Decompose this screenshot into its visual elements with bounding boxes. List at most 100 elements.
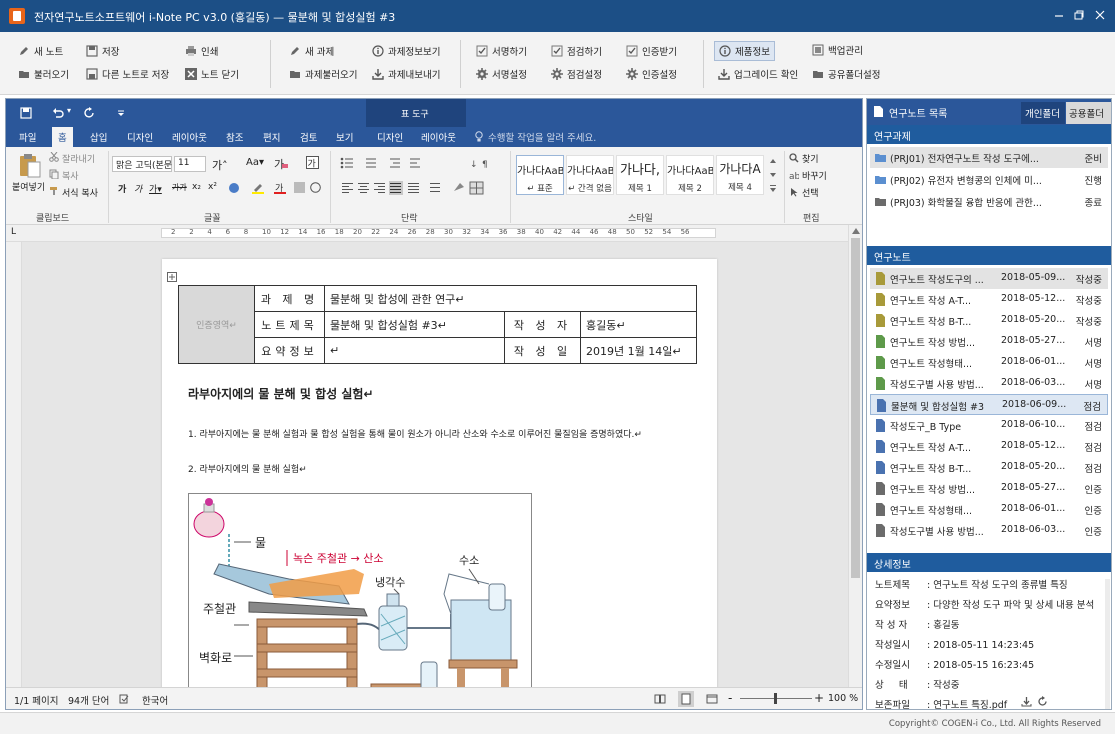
- note-title-value[interactable]: 물분해 및 합성실험 #3↵: [324, 311, 505, 338]
- tab-design[interactable]: 디자인: [127, 130, 153, 144]
- detail-scrollbar[interactable]: [1105, 579, 1110, 709]
- check-button[interactable]: 점검하기: [551, 42, 602, 60]
- note-row[interactable]: 연구노트 작성 방법... 2018-05-27... 서명: [870, 331, 1108, 352]
- tab-references[interactable]: 참조: [226, 130, 243, 144]
- sign-button[interactable]: 서명하기: [476, 42, 527, 60]
- redo-icon[interactable]: [84, 107, 96, 119]
- find-button[interactable]: 찾기: [802, 152, 819, 165]
- product-info-button[interactable]: 제품정보: [714, 41, 775, 61]
- tab-mailings[interactable]: 편지: [263, 130, 280, 144]
- format-painter-button[interactable]: 서식 복사: [62, 186, 98, 199]
- replace-button[interactable]: 바꾸기: [802, 169, 827, 182]
- save-as-button[interactable]: 다른 노트로 저장: [86, 65, 169, 83]
- phonetic-guide-icon[interactable]: 가: [306, 156, 319, 169]
- page-count[interactable]: 1/1 페이지: [14, 693, 59, 707]
- styles-scroll-icon[interactable]: [768, 155, 778, 195]
- text-effects-icon[interactable]: [228, 182, 240, 194]
- backup-button[interactable]: 백업관리: [812, 41, 863, 59]
- restore-icon[interactable]: [1072, 8, 1086, 22]
- note-row[interactable]: 작성도구별 사용 방법... 2018-06-03... 인증: [870, 520, 1108, 541]
- shared-folder-button[interactable]: 공유폴더설정: [812, 65, 880, 83]
- zoom-level[interactable]: 100 %: [828, 693, 858, 704]
- tab-file[interactable]: 파일: [19, 130, 36, 144]
- char-shading-icon[interactable]: [294, 182, 305, 193]
- new-project-button[interactable]: 새 과제: [289, 42, 334, 60]
- superscript-button[interactable]: x²: [208, 182, 217, 192]
- note-row[interactable]: 연구노트 작성 방법... 2018-05-27... 인증: [870, 478, 1108, 499]
- cert-button[interactable]: 인증받기: [626, 42, 677, 60]
- refresh-icon[interactable]: [1037, 696, 1048, 707]
- highlight-icon[interactable]: [252, 182, 264, 194]
- tab-selector[interactable]: L: [11, 227, 16, 237]
- style-normal[interactable]: 가나다AaB ↵ 표준: [516, 155, 564, 195]
- italic-button[interactable]: 가: [134, 182, 142, 195]
- note-row[interactable]: 작성도구_B Type 2018-06-10... 점검: [870, 415, 1108, 436]
- note-row[interactable]: 연구노트 작성 A-T... 2018-05-12... 점검: [870, 436, 1108, 457]
- proofing-icon[interactable]: [119, 694, 129, 704]
- tab-home[interactable]: 홈: [52, 127, 73, 147]
- lavoisier-figure[interactable]: 물 녹슨 주철관 → 산소 냉각수 수소 주철관 벽화로: [188, 493, 532, 687]
- strikethrough-button[interactable]: 가가: [172, 182, 187, 193]
- read-mode-icon[interactable]: [654, 693, 666, 705]
- author-value[interactable]: 홍길동↵: [580, 311, 697, 338]
- export-project-button[interactable]: 과제내보내기: [372, 65, 440, 83]
- style-heading-4[interactable]: 가나다A 제목 4: [716, 155, 764, 195]
- horizontal-ruler[interactable]: L 2 2 4 6 8 10 12 14 16 18 20 22 24 26 28 30 32 34 36 38 40 4…: [6, 225, 862, 242]
- document-page[interactable]: 인증영역↵ 과 제 명 물분해 및 합성에 관한 연구↵ 노트제목 물분해 및 …: [162, 259, 717, 687]
- close-note-button[interactable]: 노트 닫기: [185, 65, 239, 83]
- subscript-button[interactable]: x₂: [192, 182, 201, 192]
- note-row[interactable]: 연구노트 작성 A-T... 2018-05-12... 작성중: [870, 289, 1108, 310]
- summary-value[interactable]: ↵: [324, 337, 505, 364]
- scroll-thumb[interactable]: [851, 238, 860, 578]
- project-info-button[interactable]: 과제정보보기: [372, 42, 440, 60]
- sort-icon[interactable]: ↓ ¶: [470, 156, 494, 170]
- tab-view[interactable]: 보기: [336, 130, 353, 144]
- style-heading-2[interactable]: 가나다AaB 제목 2: [666, 155, 714, 195]
- paste-label[interactable]: 붙여넣기: [12, 180, 45, 193]
- project-row[interactable]: (PRJ02) 유전자 변형콩의 인체에 미... 진행: [870, 169, 1108, 190]
- open-project-button[interactable]: 과제불러오기: [289, 65, 357, 83]
- alignment-buttons-icon[interactable]: [342, 181, 452, 195]
- check-setting-button[interactable]: 점검설정: [551, 65, 602, 83]
- note-row[interactable]: 작성도구별 사용 방법... 2018-06-03... 서명: [870, 373, 1108, 394]
- bold-button[interactable]: 가: [118, 182, 126, 195]
- vertical-scrollbar[interactable]: [848, 225, 862, 687]
- upgrade-button[interactable]: 업그레이드 확인: [718, 65, 798, 83]
- save-icon[interactable]: [20, 107, 32, 119]
- zoom-out-button[interactable]: -: [728, 691, 732, 705]
- tab-insert[interactable]: 삽입: [90, 130, 107, 144]
- undo-icon[interactable]: [52, 107, 64, 119]
- note-row[interactable]: 물분해 및 합성실험 #3 2018-06-09... 점검: [870, 394, 1108, 415]
- doc-paragraph-2[interactable]: 2. 라부아지에의 물 분해 실험↵: [188, 462, 307, 475]
- tab-review[interactable]: 검토: [300, 130, 317, 144]
- paste-icon[interactable]: [18, 153, 42, 179]
- tab-table-design[interactable]: 디자인: [377, 130, 403, 144]
- word-count[interactable]: 94개 단어: [68, 693, 109, 707]
- font-size-box[interactable]: 11: [174, 156, 206, 172]
- style-no-spacing[interactable]: 가나다AaB ↵ 간격 없음: [566, 155, 614, 195]
- close-icon[interactable]: [1093, 8, 1107, 22]
- underline-button[interactable]: 가▾: [149, 182, 162, 195]
- clear-format-icon[interactable]: 가: [274, 157, 288, 170]
- select-button[interactable]: 선택: [802, 186, 819, 199]
- note-row[interactable]: 연구노트 작성형태... 2018-06-01... 서명: [870, 352, 1108, 373]
- tab-shared-folder[interactable]: 공용폴더: [1066, 102, 1111, 124]
- print-button[interactable]: 인쇄: [185, 42, 218, 60]
- project-row[interactable]: (PRJ03) 화학물질 융합 반응에 관한... 종료: [870, 191, 1108, 212]
- enclose-char-icon[interactable]: [310, 182, 321, 193]
- language-indicator[interactable]: 한국어: [142, 693, 168, 707]
- note-row[interactable]: 연구노트 작성 B-T... 2018-05-20... 작성중: [870, 310, 1108, 331]
- note-row[interactable]: 연구노트 작성 B-T... 2018-05-20... 점검: [870, 457, 1108, 478]
- open-note-button[interactable]: 불러오기: [18, 65, 69, 83]
- note-row[interactable]: 연구노트 작성형태... 2018-06-01... 인증: [870, 499, 1108, 520]
- tab-table-layout[interactable]: 레이아웃: [421, 130, 456, 144]
- doc-heading[interactable]: 라부아지에의 물 분해 및 합성 실험↵: [188, 385, 374, 402]
- change-case-button[interactable]: Aa▾: [246, 157, 264, 168]
- doc-paragraph-1[interactable]: 1. 라부아지에는 물 분해 실험과 물 합성 실험을 통해 물이 원소가 아니…: [188, 427, 642, 440]
- download-file-icon[interactable]: [1021, 696, 1032, 707]
- undo-dropdown[interactable]: ▾: [67, 106, 71, 115]
- tab-personal-folder[interactable]: 개인폴더: [1021, 102, 1065, 124]
- tell-me-input[interactable]: 수행할 작업을 알려 주세요.: [488, 130, 596, 144]
- print-layout-icon[interactable]: [678, 691, 694, 707]
- cut-button[interactable]: 잘라내기: [62, 152, 95, 165]
